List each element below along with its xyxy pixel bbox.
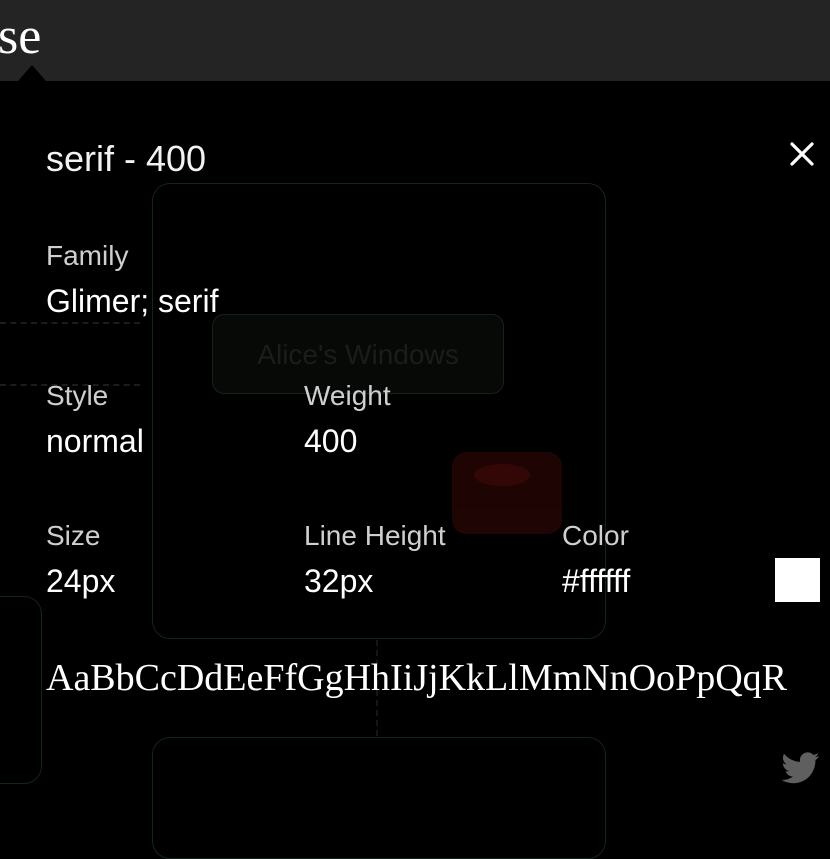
- color-value: #ffffff: [562, 563, 631, 599]
- top-bar-title: se: [0, 8, 42, 65]
- color-label: Color: [562, 520, 629, 551]
- color-swatch: [775, 558, 820, 602]
- line-height-label: Line Height: [304, 520, 446, 551]
- twitter-icon: [781, 752, 820, 784]
- popup-title: serif - 400: [46, 138, 207, 179]
- line-height-value: 32px: [304, 563, 374, 599]
- style-label: Style: [46, 380, 109, 411]
- style-value: normal: [46, 423, 144, 459]
- background-connector: [0, 322, 140, 324]
- background-logo: [452, 452, 562, 534]
- weight-value: 400: [304, 423, 358, 459]
- close-button[interactable]: [784, 136, 820, 172]
- family-value: Glimer; serif: [46, 283, 219, 319]
- font-sample-text: AaBbCcDdEeFfGgHhIiJjKkLlMmNnOoPpQqR: [46, 657, 787, 699]
- close-icon: [790, 142, 814, 166]
- background-card-bottom: [152, 737, 606, 859]
- size-label: Size: [46, 520, 101, 551]
- family-label: Family: [46, 240, 129, 271]
- popup-caret: [18, 65, 46, 81]
- top-bar: se: [0, 0, 830, 81]
- weight-label: Weight: [304, 380, 391, 411]
- twitter-share-button[interactable]: [781, 752, 820, 784]
- size-value: 24px: [46, 563, 116, 599]
- background-card-left: [0, 596, 42, 784]
